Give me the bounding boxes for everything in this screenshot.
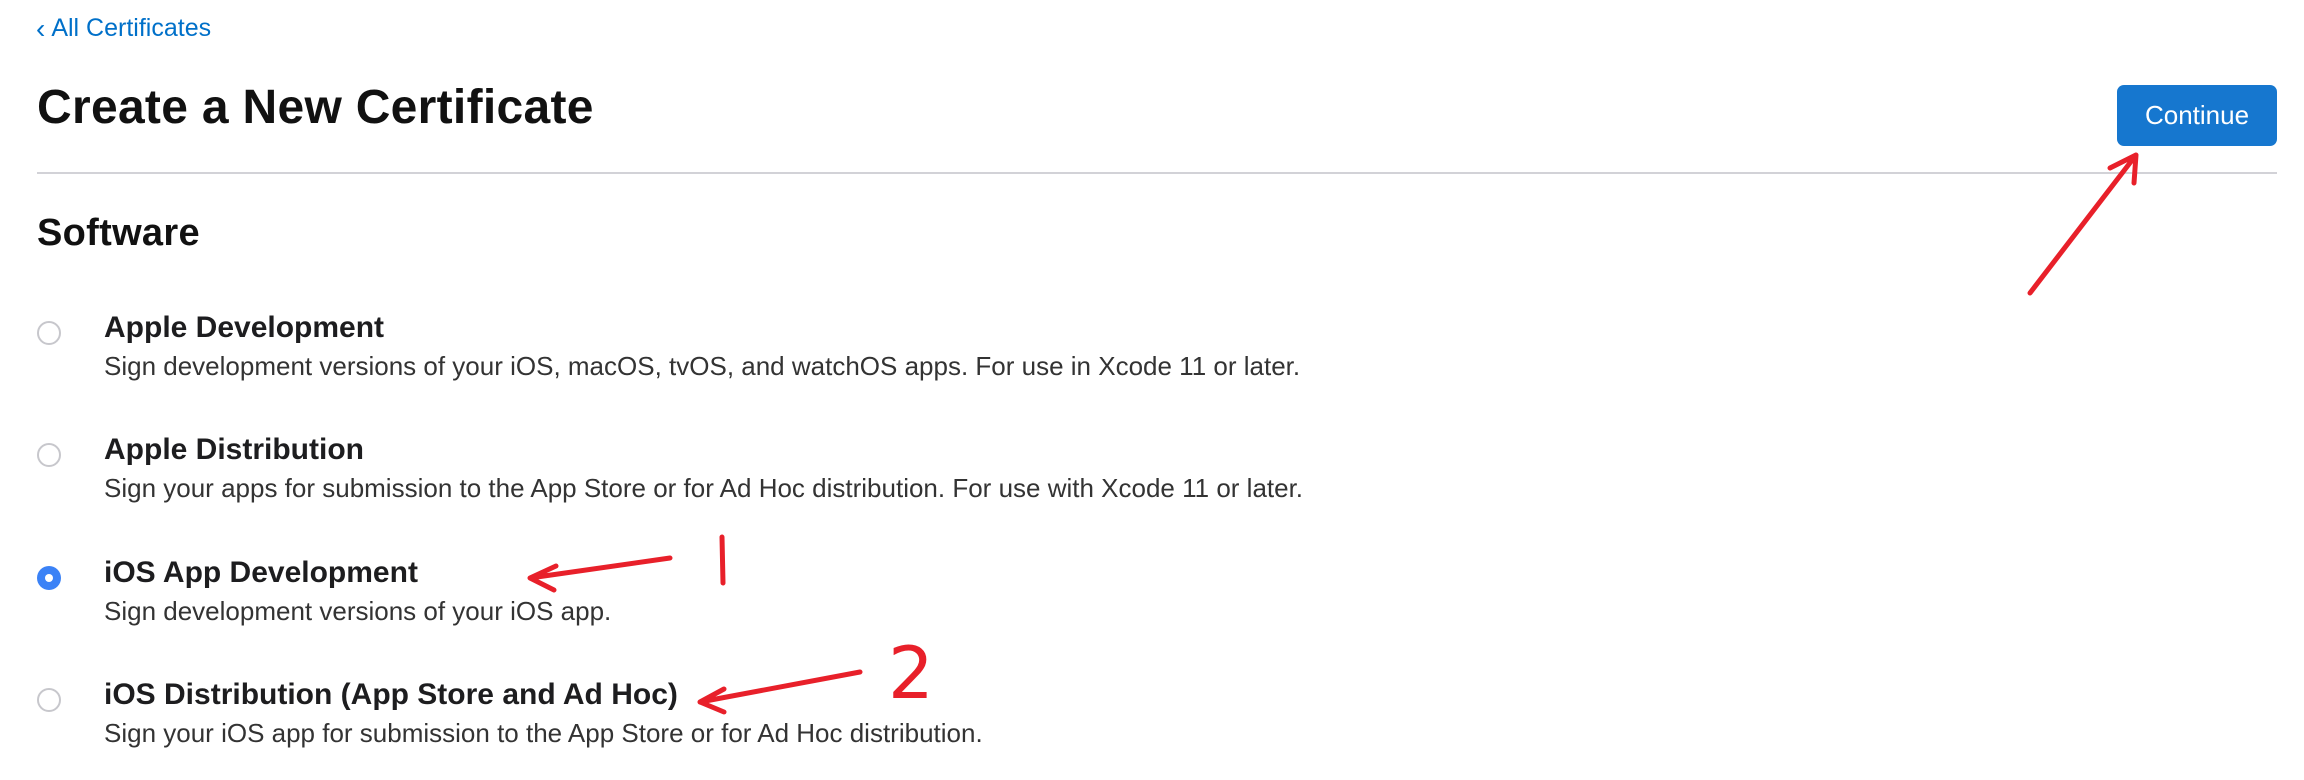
- back-link-label: All Certificates: [51, 14, 212, 42]
- option-apple-distribution[interactable]: Apple Distribution Sign your apps for su…: [0, 433, 2000, 533]
- option-title: Apple Distribution: [104, 433, 364, 466]
- option-description: Sign your iOS app for submission to the …: [104, 718, 983, 748]
- option-title: iOS App Development: [104, 556, 418, 589]
- section-title-software: Software: [37, 212, 200, 254]
- page-title: Create a New Certificate: [37, 81, 594, 134]
- option-title: iOS Distribution (App Store and Ad Hoc): [104, 678, 678, 711]
- option-ios-distribution[interactable]: iOS Distribution (App Store and Ad Hoc) …: [0, 678, 2000, 778]
- header-divider: [37, 172, 2277, 174]
- option-ios-app-development[interactable]: iOS App Development Sign development ver…: [0, 556, 2000, 656]
- continue-button[interactable]: Continue: [2117, 85, 2277, 146]
- option-title: Apple Development: [104, 311, 385, 344]
- arrow-to-continue: [2027, 152, 2139, 296]
- option-description: Sign your apps for submission to the App…: [104, 473, 1304, 503]
- radio-apple-development[interactable]: [37, 321, 61, 345]
- radio-apple-distribution[interactable]: [37, 443, 61, 467]
- option-description: Sign development versions of your iOS, m…: [104, 351, 1301, 381]
- all-certificates-link[interactable]: ‹ All Certificates: [36, 14, 211, 43]
- radio-ios-distribution[interactable]: [37, 688, 61, 712]
- option-description: Sign development versions of your iOS ap…: [104, 596, 612, 626]
- radio-ios-app-development[interactable]: [37, 566, 61, 590]
- chevron-left-icon: ‹: [36, 12, 46, 44]
- option-apple-development[interactable]: Apple Development Sign development versi…: [0, 311, 2000, 411]
